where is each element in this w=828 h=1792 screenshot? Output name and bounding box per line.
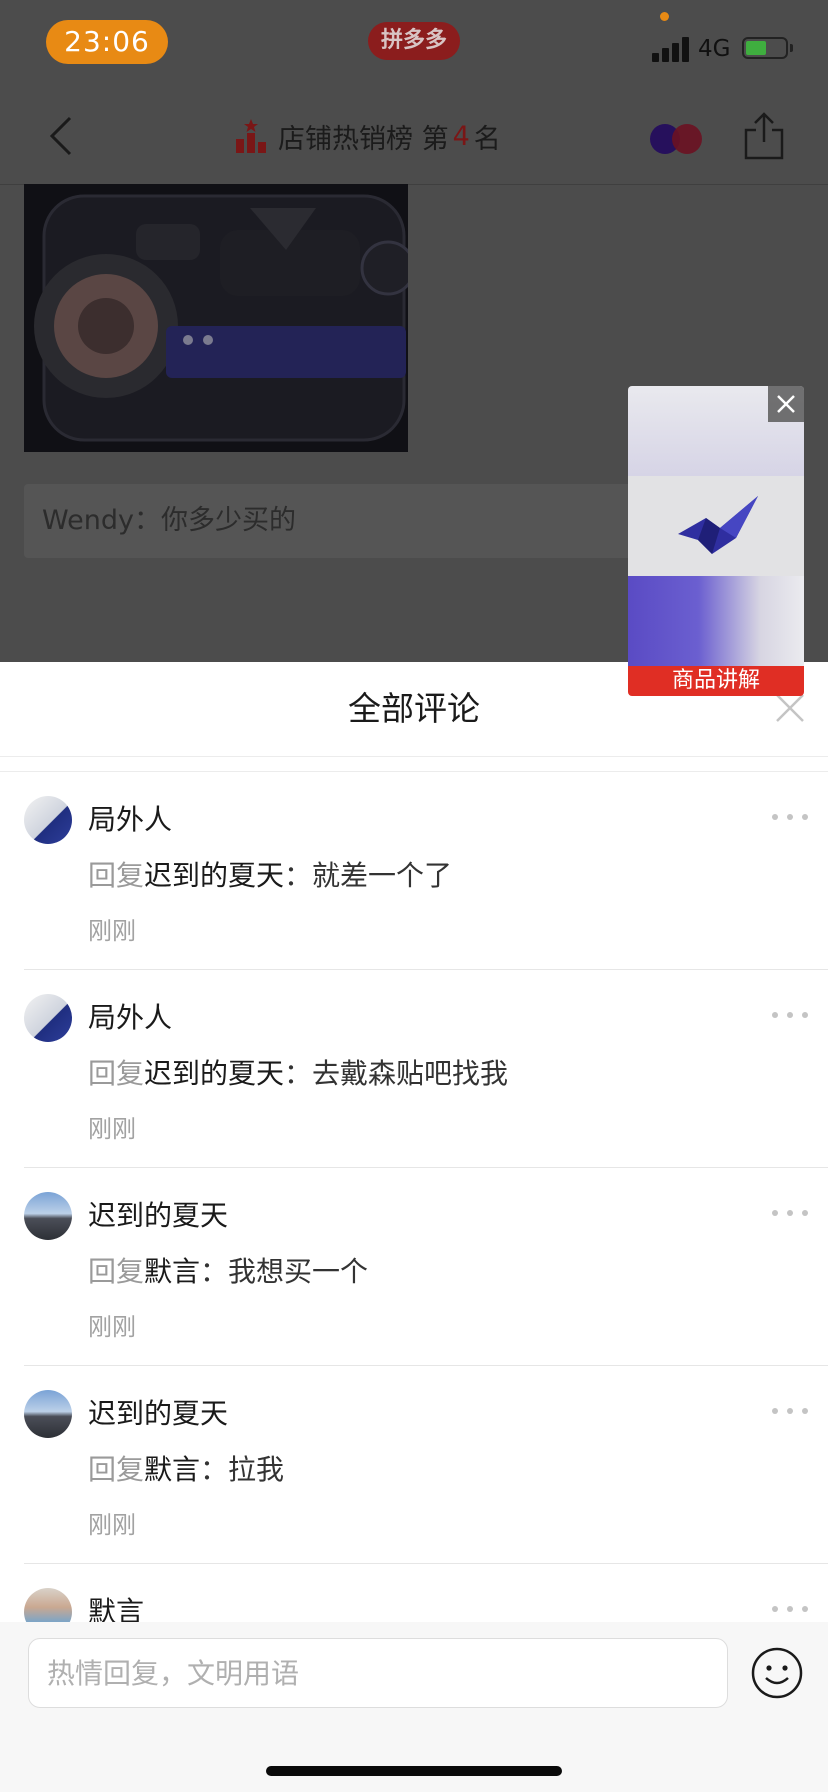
close-icon [776,694,804,722]
product-image[interactable] [24,184,408,452]
signal-icon [652,36,692,62]
avatar[interactable] [24,1192,72,1240]
reply-prefix: 回复 [88,859,145,892]
comment-username[interactable]: 局外人 [88,998,172,1038]
comment-text: 回复迟到的夏天：去戴森贴吧找我 [88,1054,508,1094]
privacy-indicator-icon [660,12,669,21]
comment-text: 回复迟到的夏天：就差一个了 [88,856,452,896]
close-icon [777,395,795,413]
more-icon[interactable] [772,1008,808,1022]
comment-list[interactable]: 局外人 回复迟到的夏天：就差一个了 刚刚 局外人 回复迟到的夏天：去戴森贴吧找我… [0,772,828,1634]
status-time: 23:06 [46,20,168,64]
comment-time: 刚刚 [88,917,136,945]
rank-suffix: 名 [473,123,501,155]
share-icon [744,112,784,160]
reply-prefix: 回复 [88,1255,145,1288]
battery-icon [742,37,788,59]
battery-tip [790,44,793,52]
reply-prefix: 回复 [88,1453,145,1486]
comment-item[interactable]: 迟到的夏天 回复默言：我想买一个 刚刚 [24,1168,828,1366]
comment-username[interactable]: 迟到的夏天 [88,1394,228,1434]
video-close-button[interactable] [768,386,804,422]
reply-target[interactable]: 默言 [144,1255,200,1288]
comment-item[interactable]: 局外人 回复迟到的夏天：就差一个了 刚刚 [24,772,828,970]
rank-number: 4 [452,120,470,152]
reply-input[interactable] [28,1638,728,1708]
app-badge: 拼多多 [368,22,460,60]
comment-body: ：我想买一个 [200,1255,369,1288]
avatar[interactable] [24,1390,72,1438]
comment-time: 刚刚 [88,1313,136,1341]
sheet-close-button[interactable] [774,692,806,724]
comment-body: ：拉我 [200,1453,285,1486]
smiley-icon [751,1647,803,1699]
video-frame-bottom [628,576,804,666]
product-video-window[interactable]: 商品讲解 [628,386,804,696]
ranking-icon [236,119,266,153]
reply-target[interactable]: 默言 [144,1453,200,1486]
store-logo-icon[interactable] [650,124,702,154]
comment-time: 刚刚 [88,1511,136,1539]
comment-item[interactable]: 迟到的夏天 回复默言：拉我 刚刚 [24,1366,828,1564]
video-frame-mid [628,476,804,576]
status-bar: 23:06 拼多多 4G [0,0,828,88]
chat-message: Wendy：你多少买的 [24,484,634,558]
rank-prefix: 店铺热销榜 第 [278,123,449,155]
comment-text: 回复默言：拉我 [88,1450,284,1490]
share-button[interactable] [742,112,786,160]
reply-input-bar [0,1622,828,1792]
avatar[interactable] [24,796,72,844]
video-label[interactable]: 商品讲解 [628,666,804,696]
emoji-button[interactable] [750,1646,804,1700]
more-icon[interactable] [772,810,808,824]
comment-body: ：就差一个了 [284,859,453,892]
reply-target[interactable]: 迟到的夏天 [144,859,284,892]
reply-prefix: 回复 [88,1057,145,1090]
network-type: 4G [698,36,731,62]
more-icon[interactable] [772,1404,808,1418]
comment-time: 刚刚 [88,1115,136,1143]
back-button[interactable] [40,114,84,158]
more-icon[interactable] [772,1602,808,1616]
avatar[interactable] [24,994,72,1042]
comment-username[interactable]: 局外人 [88,800,172,840]
comment-username[interactable]: 迟到的夏天 [88,1196,228,1236]
home-indicator [266,1766,562,1776]
reply-target[interactable]: 迟到的夏天 [144,1057,284,1090]
comment-body: ：去戴森贴吧找我 [284,1057,509,1090]
chevron-left-icon [49,116,72,156]
nav-bar: 店铺热销榜 第 4 名 [0,88,828,185]
more-icon[interactable] [772,1206,808,1220]
comment-item[interactable]: 局外人 回复迟到的夏天：去戴森贴吧找我 刚刚 [24,970,828,1168]
comment-text: 回复默言：我想买一个 [88,1252,368,1292]
origami-crane-icon [678,496,758,554]
store-rank-title[interactable]: 店铺热销榜 第 4 名 [236,112,501,160]
